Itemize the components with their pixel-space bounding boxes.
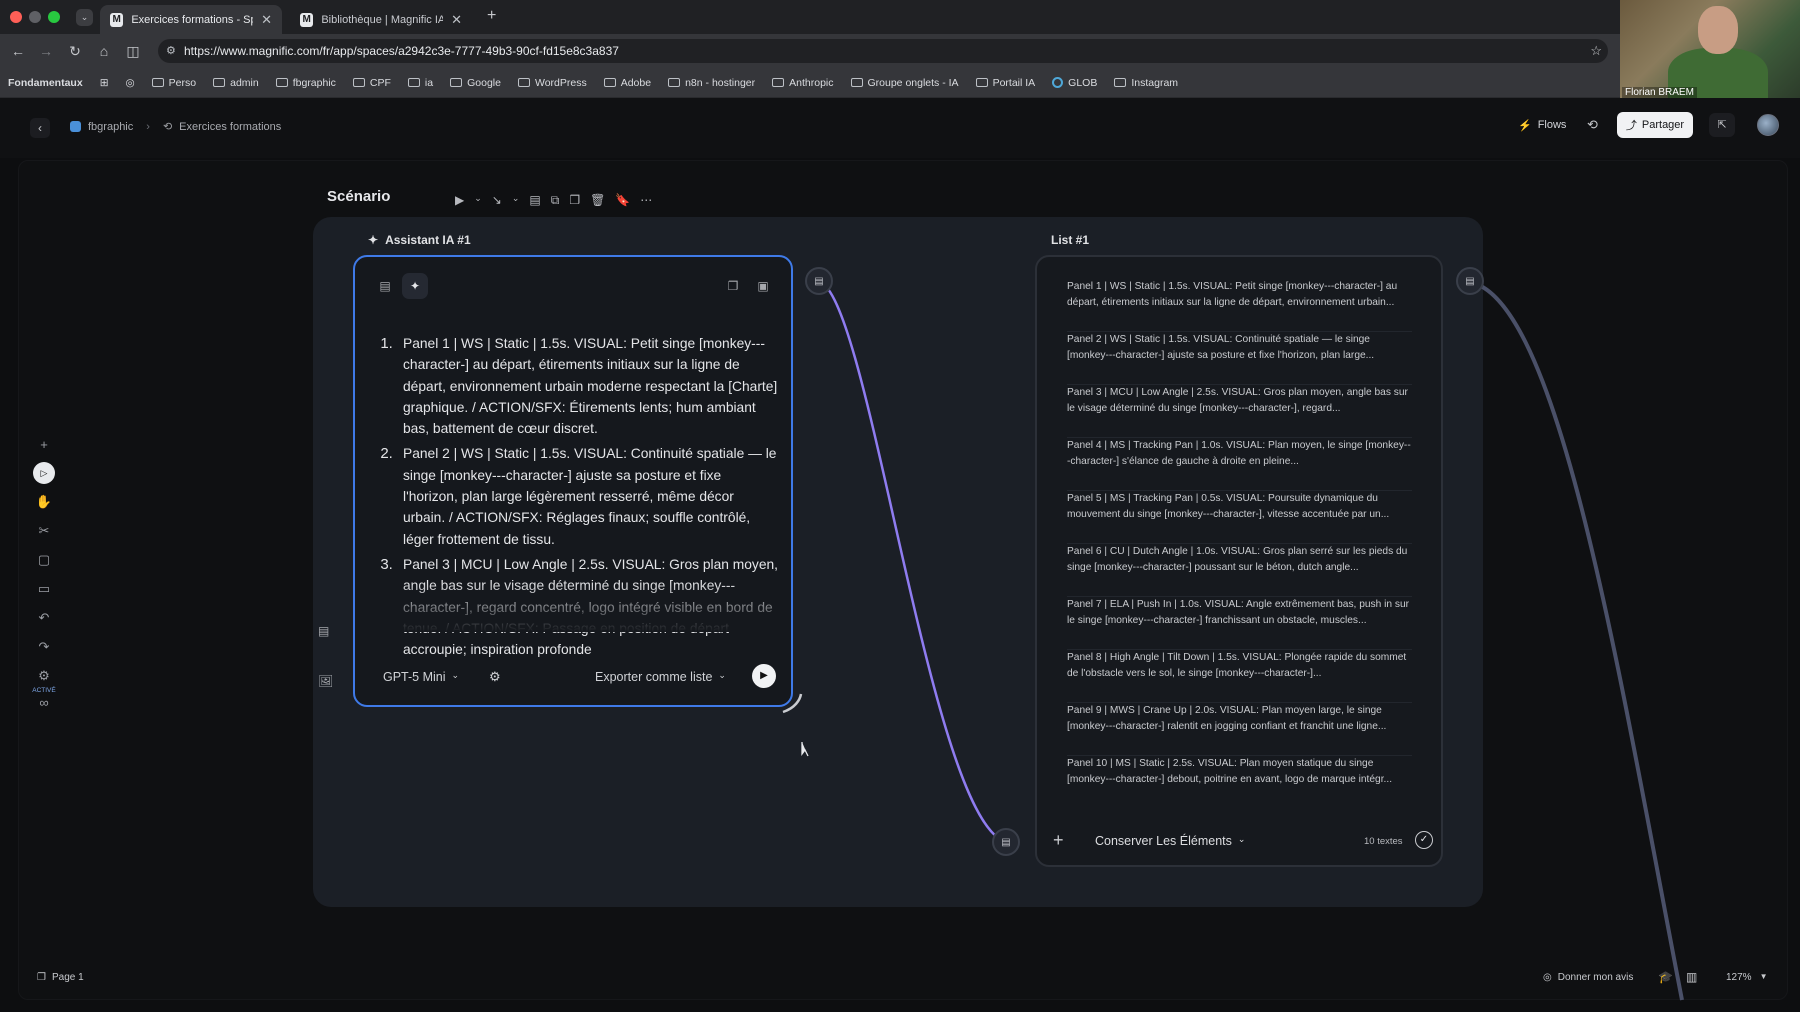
page-icon: ❐ xyxy=(37,972,46,983)
assistant-title[interactable]: ✦ Assistant IA #1 xyxy=(368,233,471,247)
output-item: Panel 1 | WS | Static | 1.5s. VISUAL: Pe… xyxy=(397,333,778,439)
keep-label: Conserver Les Éléments xyxy=(1095,834,1232,848)
bottom-bar: ❐ Page 1 ◎ Donner mon avis 🎓 ▥ 127% ▼ xyxy=(0,960,1800,1012)
chevron-down-icon: ⌄ xyxy=(718,670,726,680)
export-label: Exporter comme liste xyxy=(595,670,713,684)
list-footer: + Conserver Les Éléments ⌄ 10 textes ✓ xyxy=(1037,822,1441,862)
text-mode-icon[interactable]: ▤ xyxy=(372,273,398,299)
zoom-select[interactable]: 127% ▼ xyxy=(1726,972,1768,983)
list-item[interactable]: Panel 9 | MWS | Crane Up | 2.0s. VISUAL:… xyxy=(1067,703,1412,756)
ai-sparkle-icon[interactable]: ✦ xyxy=(402,273,428,299)
assistant-node[interactable]: ▤ ✦ ❐ ▣ Panel 1 | WS | Static | 1.5s. VI… xyxy=(353,255,793,707)
list-title[interactable]: List #1 xyxy=(1051,233,1089,247)
expand-icon[interactable]: ▣ xyxy=(750,273,776,299)
feedback-button[interactable]: ◎ Donner mon avis xyxy=(1543,972,1633,983)
list-input-port[interactable]: ▤ xyxy=(992,828,1020,856)
export-list-select[interactable]: Exporter comme liste ⌄ xyxy=(595,670,726,684)
run-button[interactable]: ▶ xyxy=(752,664,776,688)
check-circle-icon[interactable]: ✓ xyxy=(1415,831,1433,849)
list-output-port[interactable]: ▤ xyxy=(1456,267,1484,295)
model-settings-icon[interactable]: ⚙ xyxy=(489,669,501,685)
add-item-icon[interactable]: + xyxy=(1053,830,1064,851)
edge-assistant-to-list xyxy=(819,280,1007,844)
edges-layer xyxy=(782,280,1684,1001)
list-node[interactable]: Panel 1 | WS | Static | 1.5s. VISUAL: Pe… xyxy=(1035,255,1443,867)
zoom-level: 127% xyxy=(1726,972,1752,983)
chevron-down-icon: ⌄ xyxy=(451,670,460,680)
copy-icon[interactable]: ❐ xyxy=(720,273,746,299)
output-item: Panel 2 | WS | Static | 1.5s. VISUAL: Co… xyxy=(397,443,778,549)
item-count: 10 textes xyxy=(1364,836,1403,847)
list-item[interactable]: Panel 4 | MS | Tracking Pan | 1.0s. VISU… xyxy=(1067,438,1412,491)
list-item[interactable]: Panel 5 | MS | Tracking Pan | 0.5s. VISU… xyxy=(1067,491,1412,544)
assistant-title-text: Assistant IA #1 xyxy=(385,233,471,247)
text-fade xyxy=(355,582,791,632)
list-item[interactable]: Panel 6 | CU | Dutch Angle | 1.0s. VISUA… xyxy=(1067,544,1412,597)
page-selector[interactable]: ❐ Page 1 xyxy=(37,972,84,983)
model-label: GPT-5 Mini xyxy=(383,670,446,684)
feedback-label: Donner mon avis xyxy=(1557,972,1634,983)
edge-list-to-next xyxy=(1469,280,1684,1001)
list-item[interactable]: Panel 10 | MS | Static | 2.5s. VISUAL: P… xyxy=(1067,756,1412,809)
list-item[interactable]: Panel 8 | High Angle | Tilt Down | 1.5s.… xyxy=(1067,650,1412,703)
feedback-icon: ◎ xyxy=(1543,972,1552,983)
list-item[interactable]: Panel 3 | MCU | Low Angle | 2.5s. VISUAL… xyxy=(1067,385,1412,438)
page-label: Page 1 xyxy=(51,972,84,983)
image-node-icon[interactable]: 🖼 xyxy=(318,674,333,688)
mouse-cursor-icon xyxy=(801,742,809,757)
assistant-footer: GPT-5 Mini ⌄ ⚙ Exporter comme liste ⌄ ▶ xyxy=(355,655,791,705)
assistant-output-port[interactable]: ▤ xyxy=(805,267,833,295)
list-title-text: List #1 xyxy=(1051,233,1090,247)
sparkle-icon: ✦ xyxy=(368,233,379,247)
chevron-down-icon: ⌄ xyxy=(1237,834,1246,844)
list-item[interactable]: Panel 1 | WS | Static | 1.5s. VISUAL: Pe… xyxy=(1067,279,1412,332)
model-select[interactable]: GPT-5 Mini ⌄ xyxy=(383,670,459,684)
text-node-icon[interactable]: ▤ xyxy=(318,624,329,638)
list-item[interactable]: Panel 2 | WS | Static | 1.5s. VISUAL: Co… xyxy=(1067,332,1412,385)
keep-elements-select[interactable]: Conserver Les Éléments ⌄ xyxy=(1095,834,1245,848)
chevron-down-icon: ▼ xyxy=(1759,972,1768,981)
map-icon[interactable]: ▥ xyxy=(1686,970,1697,984)
learn-icon[interactable]: 🎓 xyxy=(1658,970,1673,984)
list-item[interactable]: Panel 7 | ELA | Push In | 1.0s. VISUAL: … xyxy=(1067,597,1412,650)
